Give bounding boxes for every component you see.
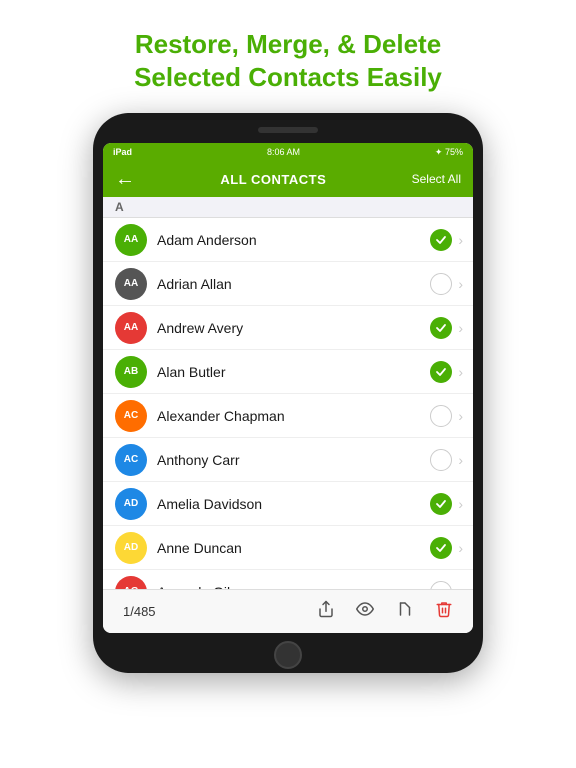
- empty-circle[interactable]: [430, 449, 452, 471]
- chevron-icon: ›: [458, 452, 463, 468]
- avatar: AA: [115, 312, 147, 344]
- avatar: AB: [115, 356, 147, 388]
- check-icon[interactable]: [430, 493, 452, 515]
- device-speaker: [258, 127, 318, 133]
- contact-name: Adam Anderson: [157, 232, 430, 248]
- chevron-icon: ›: [458, 276, 463, 292]
- avatar: AA: [115, 224, 147, 256]
- contact-row[interactable]: AA Adrian Allan ›: [103, 262, 473, 306]
- avatar: AC: [115, 444, 147, 476]
- nav-bar: ← ALL CONTACTS Select All: [103, 161, 473, 197]
- share-icon[interactable]: [317, 600, 335, 623]
- status-left: iPad: [113, 147, 132, 157]
- contact-name: Andrew Avery: [157, 320, 430, 336]
- status-center: 8:06 AM: [267, 147, 300, 157]
- chevron-icon: ›: [458, 408, 463, 424]
- nav-title: ALL CONTACTS: [220, 172, 326, 187]
- contact-name: Anne Duncan: [157, 540, 430, 556]
- check-icon[interactable]: [430, 537, 452, 559]
- page-wrapper: Restore, Merge, & Delete Selected Contac…: [0, 0, 576, 768]
- chevron-icon: ›: [458, 496, 463, 512]
- contact-row[interactable]: AD Amelia Davidson ›: [103, 482, 473, 526]
- toolbar-icons: [317, 600, 453, 623]
- chevron-icon: ›: [458, 232, 463, 248]
- merge-icon[interactable]: [395, 600, 415, 623]
- empty-circle[interactable]: [430, 273, 452, 295]
- contact-list: AA Adam Anderson › AA Adrian Allan › AA Andrew…: [103, 218, 473, 589]
- check-icon[interactable]: [430, 229, 452, 251]
- contact-name: Alexander Chapman: [157, 408, 430, 424]
- headline-line1: Restore, Merge, & Delete: [135, 29, 441, 59]
- delete-icon[interactable]: [435, 600, 453, 623]
- avatar: AD: [115, 488, 147, 520]
- select-all-button[interactable]: Select All: [412, 172, 461, 186]
- chevron-icon: ›: [458, 320, 463, 336]
- contact-name: Alan Butler: [157, 364, 430, 380]
- empty-circle[interactable]: [430, 405, 452, 427]
- device-bottom: [103, 641, 473, 669]
- contact-name: Anthony Carr: [157, 452, 430, 468]
- eye-icon[interactable]: [355, 600, 375, 623]
- contact-row[interactable]: AC Alexander Chapman ›: [103, 394, 473, 438]
- empty-circle[interactable]: [430, 581, 452, 590]
- avatar: AD: [115, 532, 147, 564]
- device-frame: iPad 8:06 AM ✦ 75% ← ALL CONTACTS Select…: [93, 113, 483, 673]
- screen: iPad 8:06 AM ✦ 75% ← ALL CONTACTS Select…: [103, 143, 473, 633]
- contact-row[interactable]: AA Andrew Avery ›: [103, 306, 473, 350]
- contact-name: Adrian Allan: [157, 276, 430, 292]
- status-right: ✦ 75%: [435, 147, 463, 158]
- contact-name: Amelia Davidson: [157, 496, 430, 512]
- contact-count: 1/485: [123, 604, 156, 619]
- contact-row[interactable]: AB Alan Butler ›: [103, 350, 473, 394]
- contact-row[interactable]: AA Adam Anderson ›: [103, 218, 473, 262]
- status-bar: iPad 8:06 AM ✦ 75%: [103, 143, 473, 161]
- avatar: AA: [115, 268, 147, 300]
- avatar: AG: [115, 576, 147, 590]
- avatar: AC: [115, 400, 147, 432]
- chevron-icon: ›: [458, 540, 463, 556]
- back-button[interactable]: ←: [115, 169, 135, 189]
- contact-row[interactable]: AD Anne Duncan ›: [103, 526, 473, 570]
- bottom-toolbar: 1/485: [103, 589, 473, 633]
- home-button[interactable]: [274, 641, 302, 669]
- section-header-a: A: [103, 197, 473, 218]
- contact-row[interactable]: AC Anthony Carr ›: [103, 438, 473, 482]
- contact-row[interactable]: AGAmanda Gibson›: [103, 570, 473, 589]
- check-icon[interactable]: [430, 361, 452, 383]
- chevron-icon: ›: [458, 364, 463, 380]
- headline-line2: Selected Contacts Easily: [134, 62, 442, 92]
- headline: Restore, Merge, & Delete Selected Contac…: [94, 0, 482, 113]
- check-icon[interactable]: [430, 317, 452, 339]
